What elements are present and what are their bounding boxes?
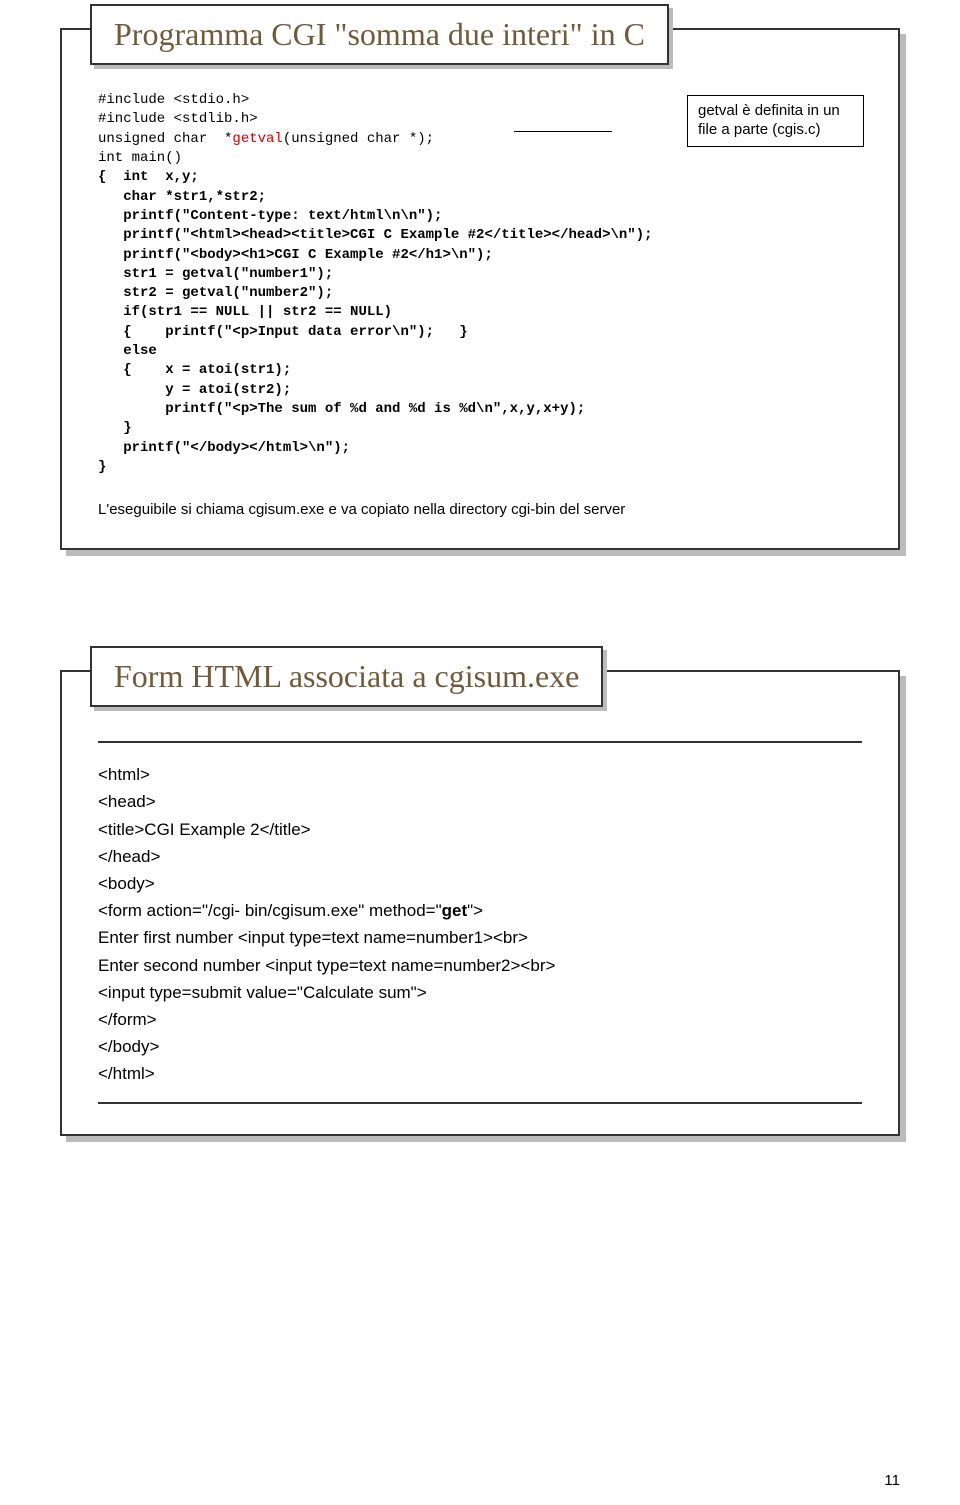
code-line: </html>	[98, 1060, 862, 1087]
slide-1: Programma CGI "somma due interi" in C ge…	[60, 28, 900, 550]
slide-2: Form HTML associata a cgisum.exe <html> …	[60, 670, 900, 1135]
code-line: Enter second number <input type=text nam…	[98, 952, 862, 979]
slide-2-title: Form HTML associata a cgisum.exe	[114, 658, 579, 694]
code-fragment: ">	[467, 901, 483, 920]
code-line: </head>	[98, 843, 862, 870]
code-line: <form action="/cgi- bin/cgisum.exe" meth…	[98, 897, 862, 924]
code-line: <title>CGI Example 2</title>	[98, 816, 862, 843]
code-line: </body>	[98, 1033, 862, 1060]
code-line: <head>	[98, 788, 862, 815]
getval-note-box: getval è definita in un file a parte (cg…	[687, 95, 864, 147]
code-line: Enter first number <input type=text name…	[98, 924, 862, 951]
code-line: </form>	[98, 1006, 862, 1033]
code-line: <html>	[98, 761, 862, 788]
html-form-source: <html> <head> <title>CGI Example 2</titl…	[98, 761, 862, 1087]
slide-1-frame: Programma CGI "somma due interi" in C ge…	[60, 28, 900, 550]
code-line: <input type=submit value="Calculate sum"…	[98, 979, 862, 1006]
code-fragment: <form action="/cgi- bin/cgisum.exe" meth…	[98, 901, 442, 920]
slide-1-title: Programma CGI "somma due interi" in C	[114, 16, 645, 52]
slide-2-title-box: Form HTML associata a cgisum.exe	[90, 646, 603, 707]
slide-1-title-box: Programma CGI "somma due interi" in C	[90, 4, 669, 65]
hr-top	[98, 741, 862, 743]
hr-bottom	[98, 1102, 862, 1104]
method-get: get	[442, 901, 468, 920]
code-line: <body>	[98, 870, 862, 897]
c-source-code: #include <stdio.h> #include <stdlib.h> u…	[98, 91, 862, 477]
slide-1-body: getval è definita in un file a parte (cg…	[62, 91, 898, 518]
slide-1-caption: L'eseguibile si chiama cgisum.exe e va c…	[98, 501, 862, 518]
slide-2-body: <html> <head> <title>CGI Example 2</titl…	[62, 733, 898, 1103]
page-number: 11	[884, 1472, 900, 1489]
leader-line	[514, 131, 612, 132]
slide-2-frame: Form HTML associata a cgisum.exe <html> …	[60, 670, 900, 1135]
